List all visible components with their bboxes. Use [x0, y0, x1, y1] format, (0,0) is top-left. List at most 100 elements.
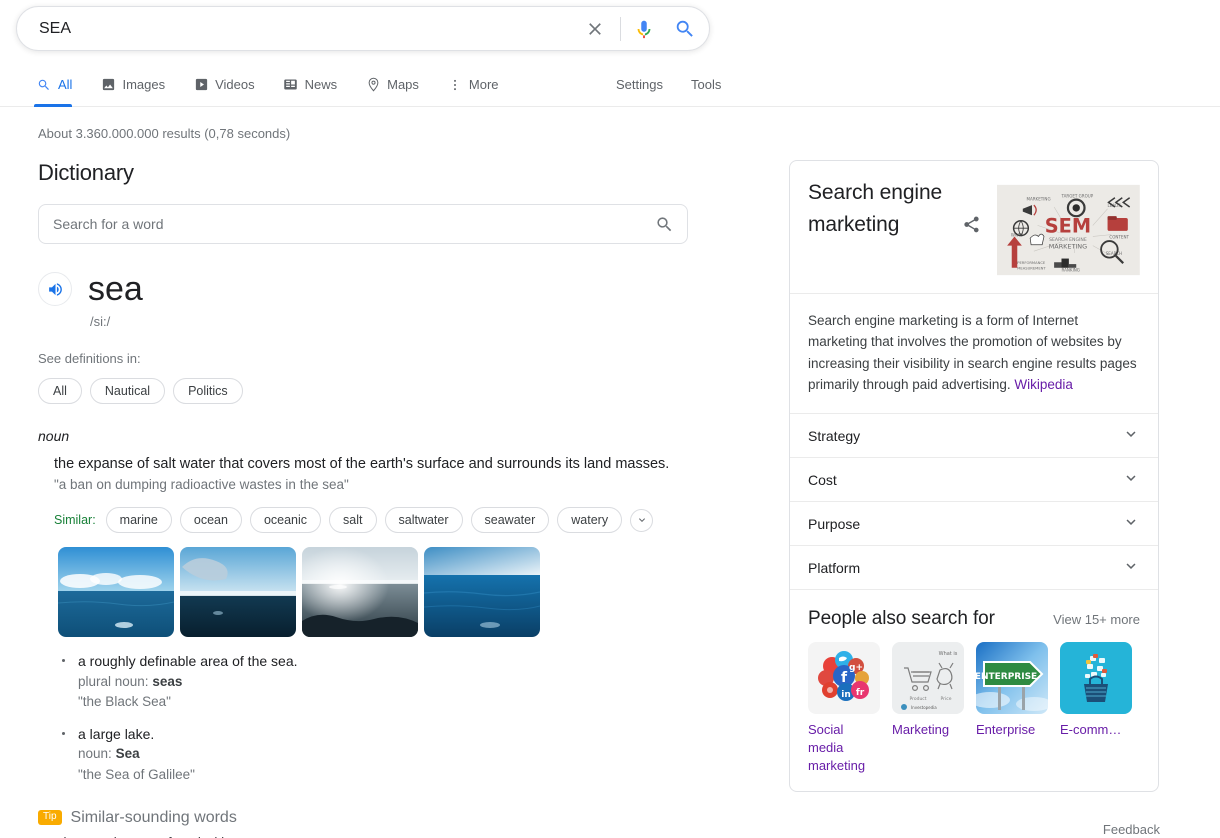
tab-images[interactable]: Images — [86, 62, 179, 107]
chevron-down-icon — [1122, 425, 1140, 446]
chevron-down-icon[interactable] — [630, 508, 654, 532]
chevron-down-icon — [1122, 469, 1140, 490]
settings-button[interactable]: Settings — [602, 77, 677, 92]
knowledge-panel-header: Search engine marketing SEM SEARCH ENGIN… — [790, 161, 1158, 293]
similar-words-row: Similar: marine ocean oceanic salt saltw… — [54, 507, 718, 534]
accordion-item-strategy[interactable]: Strategy — [790, 413, 1158, 457]
search-box[interactable] — [16, 6, 710, 51]
sub-definition-meta-label: noun: — [78, 746, 112, 762]
accordion-item-purpose[interactable]: Purpose — [790, 501, 1158, 545]
search-icon[interactable] — [641, 215, 687, 234]
map-pin-icon — [365, 77, 381, 93]
tab-videos[interactable]: Videos — [179, 62, 269, 107]
list-item[interactable]: E-comm… — [1060, 642, 1132, 775]
list-item-label: Social media marketing — [808, 722, 866, 774]
news-icon — [283, 77, 299, 93]
people-also-search-cards: f in fr g+ Social media marketing What i… — [808, 642, 1140, 775]
list-item-label: E-comm… — [1060, 722, 1122, 738]
tab-label: More — [468, 77, 499, 92]
tab-more[interactable]: More — [433, 62, 513, 107]
similar-label: Similar: — [54, 513, 96, 528]
people-also-search-header: People also search for View 15+ more — [808, 608, 1140, 630]
knowledge-panel: Search engine marketing SEM SEARCH ENGIN… — [789, 160, 1159, 793]
word-search-box[interactable] — [38, 204, 688, 244]
search-submit-icon[interactable] — [661, 7, 709, 51]
svg-text:fr: fr — [856, 688, 865, 698]
thumbnail-ocean-horizon-blue-sky[interactable] — [58, 547, 174, 638]
definition-image-strip — [38, 547, 718, 638]
svg-text:Investopedia: Investopedia — [911, 705, 937, 710]
phonetic-transcription: /si:/ — [90, 314, 111, 329]
svg-text:MARKETING: MARKETING — [1027, 197, 1051, 202]
close-icon[interactable] — [576, 7, 614, 51]
tab-all[interactable]: All — [32, 62, 86, 107]
accordion-label: Strategy — [808, 427, 861, 444]
similar-chip[interactable]: saltwater — [384, 507, 463, 534]
enterprise-green-road-sign-icon: ENTERPRISE — [976, 642, 1048, 715]
word-search-input[interactable] — [39, 205, 641, 243]
filter-chip-nautical[interactable]: Nautical — [89, 378, 166, 404]
knowledge-panel-image[interactable]: SEM SEARCH ENGINE MARKETING MARKETING TA… — [997, 181, 1140, 279]
speaker-icon[interactable] — [38, 272, 72, 306]
svg-text:What is: What is — [939, 651, 958, 657]
filter-chip-all[interactable]: All — [38, 378, 82, 404]
thumbnail-sunlit-sea-rocky-shore[interactable] — [302, 547, 418, 638]
marketing-cart-sketch-icon: What is Product Price Investopedia — [892, 642, 964, 715]
search-divider — [620, 16, 621, 41]
similar-chip[interactable]: oceanic — [249, 507, 322, 534]
sub-definition-example: "the Black Sea" — [78, 693, 171, 709]
sub-definition-meta: noun: Sea — [78, 744, 718, 764]
tab-label: News — [304, 77, 338, 92]
thumbnail-dark-sea-with-clouds[interactable] — [180, 547, 296, 638]
similar-chip[interactable]: seawater — [470, 507, 550, 534]
people-also-search-for: People also search for View 15+ more f i… — [790, 589, 1158, 791]
view-more-link[interactable]: View 15+ more — [1053, 612, 1140, 627]
search-tabs-bar: All Images Videos News Maps More Setting… — [0, 62, 1220, 107]
svg-text:SEARCH: SEARCH — [1106, 251, 1122, 256]
tools-button[interactable]: Tools — [677, 77, 735, 92]
tab-label: Maps — [387, 77, 419, 92]
similar-chip[interactable]: ocean — [179, 507, 242, 534]
svg-text:Product: Product — [909, 696, 926, 702]
tab-maps[interactable]: Maps — [351, 62, 433, 107]
list-item-label: Marketing — [892, 722, 950, 738]
primary-example: "a ban on dumping radioactive wastes in … — [54, 477, 349, 493]
thumbnail-deep-blue-calm-sea[interactable] — [424, 547, 540, 638]
ecommerce-cyan-icons-icon — [1060, 642, 1132, 715]
chevron-down-icon — [1122, 557, 1140, 578]
knowledge-panel-feedback-link[interactable]: Feedback — [1103, 822, 1160, 837]
search-input[interactable] — [17, 7, 576, 50]
sub-definition-meta-value: seas — [152, 673, 183, 689]
filter-chip-politics[interactable]: Politics — [173, 378, 243, 404]
search-header — [0, 0, 1220, 62]
similar-chip[interactable]: watery — [557, 507, 623, 534]
sub-definition-item: a roughly definable area of the sea. plu… — [60, 651, 718, 712]
accordion-item-cost[interactable]: Cost — [790, 457, 1158, 501]
accordion-item-platform[interactable]: Platform — [790, 545, 1158, 589]
list-item[interactable]: What is Product Price Investopedia Marke… — [892, 642, 964, 775]
tip-title: Similar-sounding words — [70, 808, 237, 826]
svg-text:MEASUREMENT: MEASUREMENT — [1017, 267, 1046, 271]
accordion-label: Purpose — [808, 515, 861, 532]
part-of-speech: noun — [38, 428, 70, 444]
share-icon[interactable] — [954, 177, 989, 279]
similar-chip[interactable]: marine — [105, 507, 172, 534]
video-icon — [193, 77, 209, 93]
wikipedia-link[interactable]: Wikipedia — [1014, 377, 1073, 392]
similar-chip[interactable]: salt — [329, 507, 377, 534]
microphone-icon[interactable] — [627, 7, 661, 51]
list-item[interactable]: ENTERPRISE Enterprise — [976, 642, 1048, 775]
list-item[interactable]: f in fr g+ Social media marketing — [808, 642, 880, 775]
tip-block: Tip Similar-sounding words sea is someti… — [38, 809, 718, 838]
sub-definition-meta-label: plural noun: — [78, 673, 149, 689]
sub-definition-meta: plural noun: seas — [78, 672, 718, 692]
image-icon — [100, 77, 116, 93]
svg-text:RANKING: RANKING — [1062, 267, 1080, 272]
svg-text:PERFORMANCE: PERFORMANCE — [1017, 261, 1046, 265]
tab-news[interactable]: News — [269, 62, 352, 107]
see-definitions-label: See definitions in: — [38, 351, 141, 366]
accordion-label: Cost — [808, 471, 837, 488]
tab-label: Videos — [215, 77, 255, 92]
sub-definition-text: a roughly definable area of the sea. — [78, 653, 298, 670]
svg-text:TARGET GROUP: TARGET GROUP — [1061, 194, 1094, 199]
